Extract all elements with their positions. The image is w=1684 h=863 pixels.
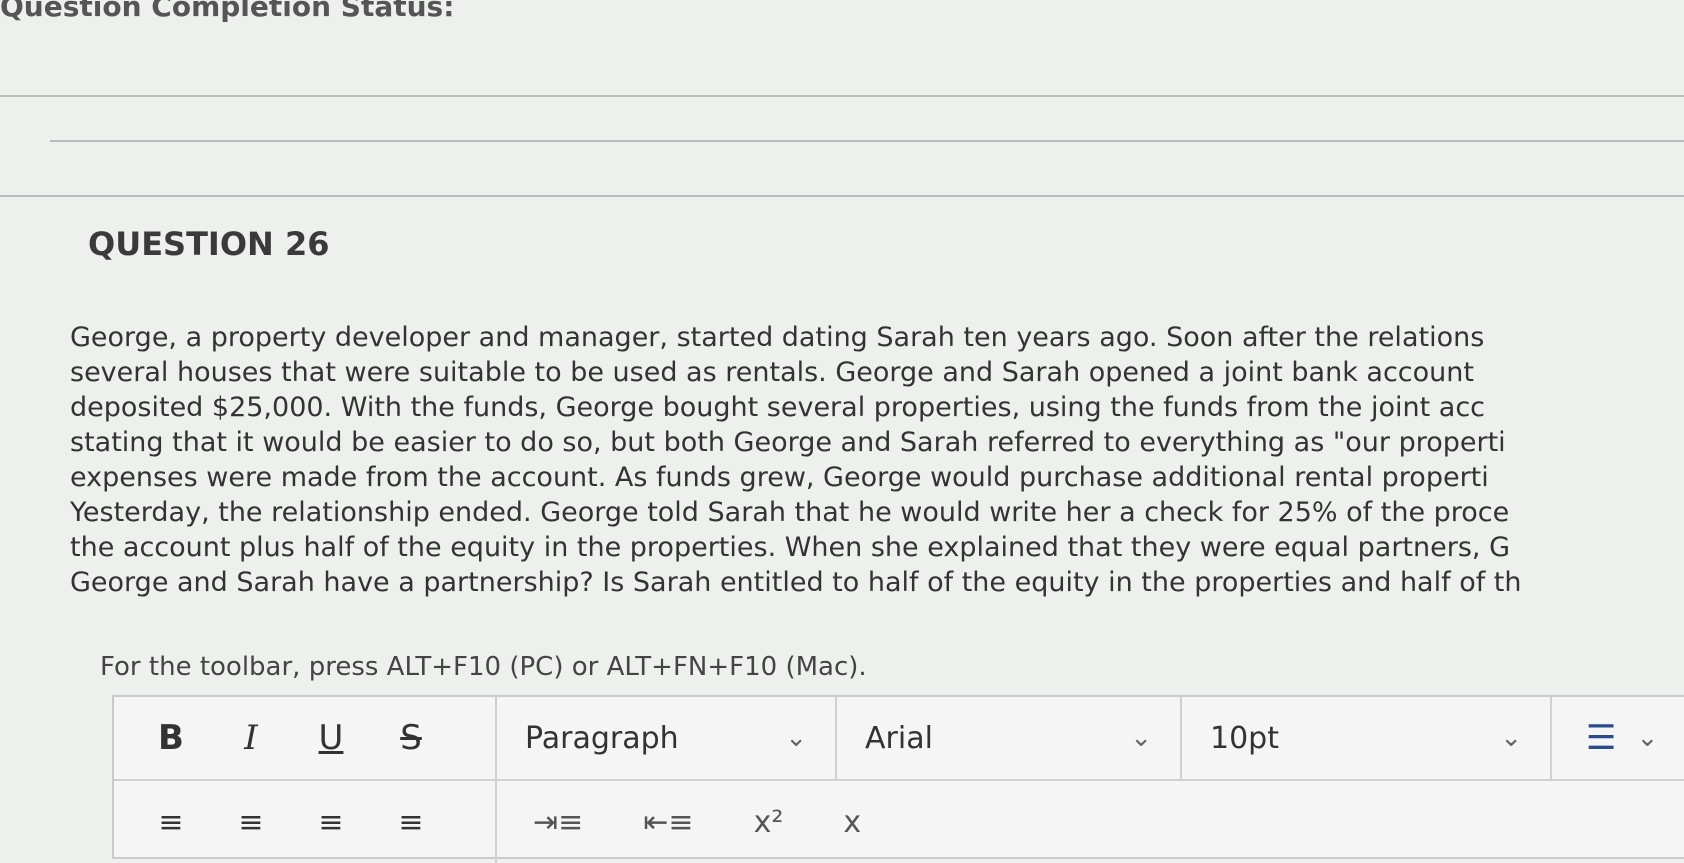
divider [0,195,1684,197]
font-size-select[interactable]: 10pt ⌄ [1182,697,1552,779]
question-text-line: Yesterday, the relationship ended. Georg… [70,497,1510,528]
font-family-value: Arial [865,720,933,756]
question-text-line: George and Sarah have a partnership? Is … [70,567,1522,598]
superscript-icon[interactable]: x² [754,805,784,840]
divider [50,140,1684,142]
rich-text-editor: B I U S Paragraph ⌄ Arial ⌄ 10pt ⌄ ☰ ⌄ ≡… [112,695,1684,863]
chevron-down-icon: ⌄ [785,723,807,753]
font-family-select[interactable]: Arial ⌄ [837,697,1182,779]
question-text-line: deposited $25,000. With the funds, Georg… [70,392,1486,423]
italic-button[interactable]: I [230,718,272,758]
paragraph-format-select[interactable]: Paragraph ⌄ [497,697,837,779]
align-right-icon[interactable]: ≡ [310,805,352,840]
underline-button[interactable]: U [310,718,352,758]
paragraph-format-value: Paragraph [525,720,679,756]
subscript-icon[interactable]: x [843,805,861,840]
align-center-icon[interactable]: ≡ [230,805,272,840]
divider [0,95,1684,97]
chevron-down-icon: ⌄ [1130,723,1152,753]
bold-button[interactable]: B [150,718,192,758]
bulleted-list-button[interactable]: ☰ ⌄ [1552,697,1658,779]
chevron-down-icon: ⌄ [1500,723,1522,753]
chevron-down-icon: ⌄ [1636,723,1659,753]
font-size-value: 10pt [1210,720,1279,756]
editor-toolbar-row-1: B I U S Paragraph ⌄ Arial ⌄ 10pt ⌄ ☰ ⌄ [114,697,1684,781]
question-text-line: expenses were made from the account. As … [70,462,1489,493]
editor-toolbar-row-2: ≡ ≡ ≡ ≡ ⇥≡ ⇤≡ x² x [114,781,1684,863]
align-justify-icon[interactable]: ≡ [390,805,432,840]
indent-script-group: ⇥≡ ⇤≡ x² x [497,781,861,863]
toolbar-hint: For the toolbar, press ALT+F10 (PC) or A… [100,652,867,682]
alignment-group: ≡ ≡ ≡ ≡ [114,781,497,863]
question-title: QUESTION 26 [88,225,330,263]
question-text: George, a property developer and manager… [70,320,1670,600]
bulleted-list-icon: ☰ [1586,718,1617,758]
strikethrough-button[interactable]: S [390,718,432,758]
indent-icon[interactable]: ⇥≡ [533,805,583,840]
question-completion-status-title: Question Completion Status: [0,0,455,23]
question-text-line: George, a property developer and manager… [70,322,1485,353]
outdent-icon[interactable]: ⇤≡ [643,805,693,840]
question-text-line: several houses that were suitable to be … [70,357,1474,388]
question-text-line: stating that it would be easier to do so… [70,427,1506,458]
question-text-line: the account plus half of the equity in t… [70,532,1510,563]
align-left-icon[interactable]: ≡ [150,805,192,840]
text-format-group: B I U S [114,697,497,779]
